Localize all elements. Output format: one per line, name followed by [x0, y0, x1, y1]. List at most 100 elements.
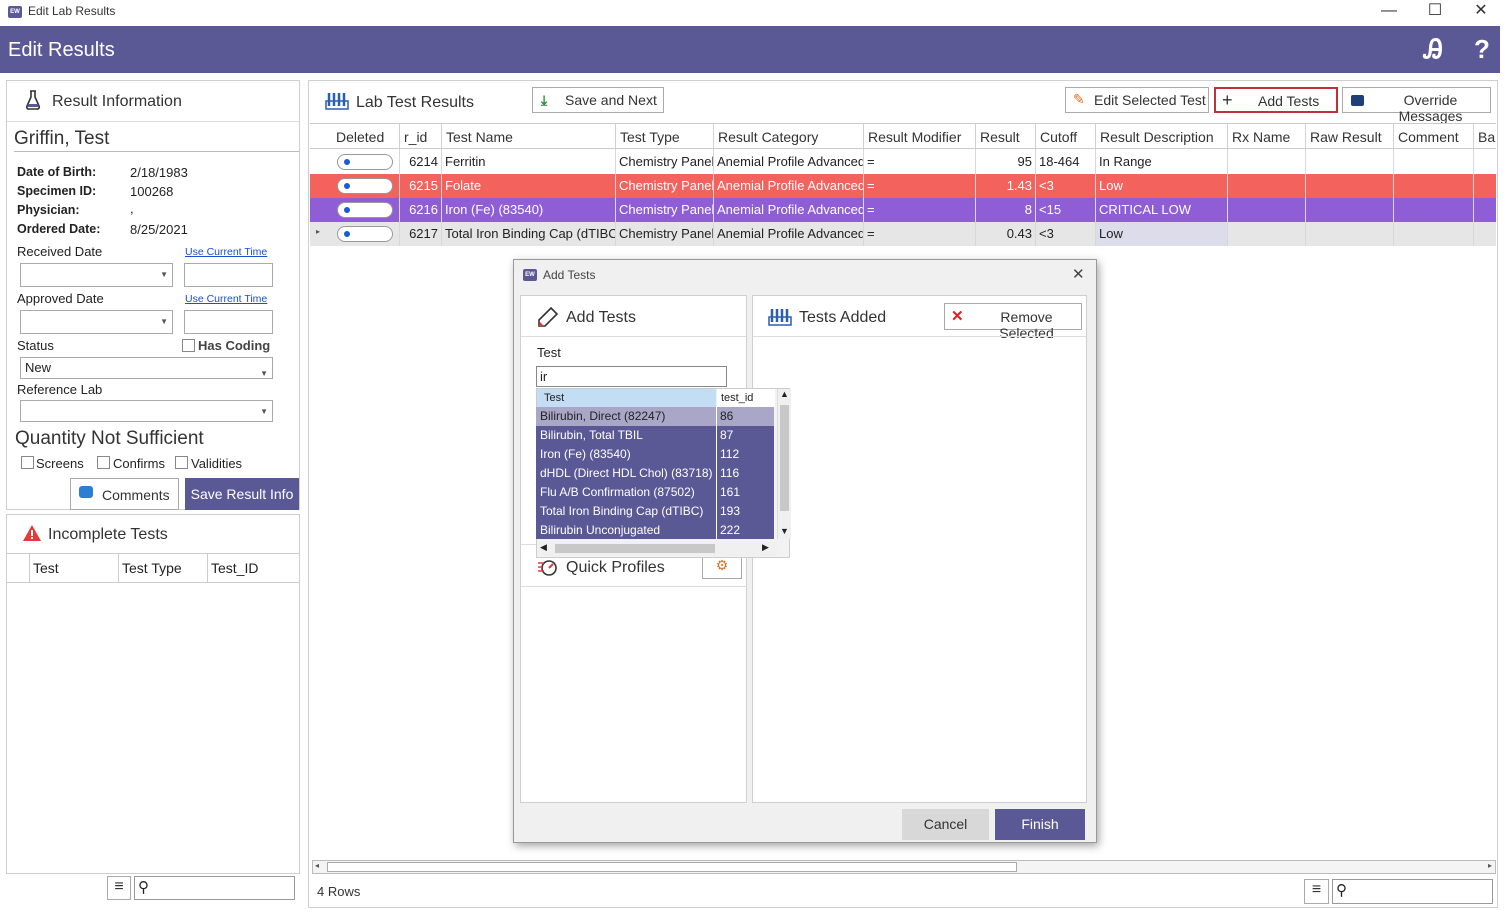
finish-button[interactable]: Finish [995, 809, 1085, 840]
result-cell: 0.43 [976, 222, 1036, 246]
dropdown-row[interactable]: Bilirubin Unconjugated 222 [536, 521, 774, 540]
menu-icon[interactable]: ≡ [107, 876, 131, 900]
use-current-time-link[interactable]: Use Current Time [185, 246, 267, 258]
column-header-test[interactable]: Test [33, 560, 59, 576]
dob-label: Date of Birth: [17, 165, 97, 179]
column-header-rx-name[interactable]: Rx Name [1228, 124, 1306, 150]
test-name-cell: Ferritin [442, 150, 616, 174]
dropdown-horizontal-scrollbar[interactable]: ◀ ▶ [537, 542, 777, 556]
deleted-toggle[interactable] [337, 226, 393, 242]
scroll-up-icon[interactable]: ▲ [780, 389, 789, 399]
row-indicator-icon: ▸ [316, 227, 321, 236]
reference-lab-select[interactable]: ▼ [20, 400, 273, 422]
scroll-left-icon[interactable]: ◂ [315, 861, 319, 870]
edit-selected-label: Edit Selected Test [1094, 92, 1206, 108]
status-select[interactable]: New ▼ [20, 357, 273, 379]
column-header-result[interactable]: Result [976, 124, 1036, 150]
dropdown-row[interactable]: Total Iron Binding Cap (dTIBC) 193 [536, 502, 774, 521]
rx-name-cell [1228, 198, 1306, 222]
dropdown-row[interactable]: Iron (Fe) (83540) 112 [536, 445, 774, 464]
column-header-test-name[interactable]: Test Name [442, 124, 616, 150]
scroll-left-icon[interactable]: ◀ [540, 542, 547, 553]
quick-profiles-title: Quick Profiles [566, 559, 665, 576]
deleted-toggle-cell[interactable] [332, 198, 400, 222]
pencil-icon: ✎ [1073, 91, 1085, 107]
confirms-checkbox[interactable] [97, 456, 110, 469]
status-value: New [25, 360, 52, 375]
column-header-raw-result[interactable]: Raw Result [1306, 124, 1394, 150]
deleted-toggle[interactable] [337, 202, 393, 218]
save-and-next-button[interactable]: ⤓ Save and Next [532, 87, 664, 113]
override-label: Override Messages [1398, 92, 1463, 124]
edit-selected-test-button[interactable]: ✎ Edit Selected Test [1065, 87, 1209, 113]
approved-time-field[interactable] [184, 310, 273, 334]
deleted-toggle[interactable] [337, 178, 393, 194]
deleted-toggle-cell[interactable] [332, 222, 400, 246]
scroll-down-icon[interactable]: ▼ [780, 526, 789, 536]
use-current-time-link[interactable]: Use Current Time [185, 293, 267, 305]
table-row[interactable]: 6214 Ferritin Chemistry Panel Anemial Pr… [310, 150, 1496, 174]
table-row[interactable]: 6216 Iron (Fe) (83540) Chemistry Panel A… [310, 198, 1496, 222]
cancel-button[interactable]: Cancel [902, 809, 989, 840]
column-header-result-category[interactable]: Result Category [714, 124, 864, 150]
dropdown-row[interactable]: Bilirubin, Total TBIL 87 [536, 426, 774, 445]
validities-label: Validities [191, 456, 243, 471]
tests-added-title: Tests Added [799, 309, 887, 326]
raw-result-cell [1306, 174, 1394, 198]
column-header-deleted[interactable]: Deleted [332, 124, 400, 150]
column-header-result-modifier[interactable]: Result Modifier [864, 124, 976, 150]
maximize-button[interactable]: ☐ [1412, 0, 1458, 26]
save-result-info-button[interactable]: Save Result Info [185, 478, 299, 510]
minimize-button[interactable]: — [1366, 0, 1412, 26]
qns-title: Quantity Not Sufficient [15, 428, 204, 449]
received-time-field[interactable] [184, 263, 273, 287]
scroll-right-icon[interactable]: ▶ [762, 542, 769, 553]
table-row[interactable]: 6215 Folate Chemistry Panel Anemial Prof… [310, 174, 1496, 198]
scrollbar-thumb[interactable] [327, 862, 1017, 872]
dropdown-row[interactable]: Flu A/B Confirmation (87502) 161 [536, 483, 774, 502]
column-header-test-type[interactable]: Test Type [122, 560, 182, 576]
dropdown-vertical-scrollbar[interactable]: ▲ ▼ [777, 389, 791, 539]
scroll-right-icon[interactable]: ▸ [1488, 861, 1492, 870]
close-button[interactable]: ✕ [1458, 0, 1504, 26]
quick-profiles-icon [537, 557, 559, 577]
glasses-icon[interactable]: Ꭿ [1424, 34, 1443, 66]
divider [14, 151, 299, 152]
received-date-picker[interactable]: ▼ [20, 263, 173, 287]
add-tests-button[interactable]: + Add Tests [1214, 87, 1338, 113]
test-search-input[interactable]: ir [536, 366, 727, 387]
validities-checkbox[interactable] [175, 456, 188, 469]
table-row[interactable]: ▸ 6217 Total Iron Binding Cap (dTIBC) Ch… [310, 222, 1496, 246]
deleted-toggle[interactable] [337, 154, 393, 170]
comments-button[interactable]: Comments [70, 478, 179, 510]
horizontal-scrollbar[interactable]: ◂ ▸ [312, 860, 1496, 874]
scrollbar-thumb[interactable] [555, 544, 715, 553]
column-header-result-description[interactable]: Result Description [1096, 124, 1228, 150]
status-label: Status [17, 338, 54, 353]
approved-date-picker[interactable]: ▼ [20, 310, 173, 334]
column-header-rid[interactable]: r_id [400, 124, 442, 150]
dialog-close-icon[interactable]: ✕ [1072, 265, 1085, 283]
column-header-cutoff[interactable]: Cutoff [1036, 124, 1096, 150]
column-header-test-type[interactable]: Test Type [616, 124, 714, 150]
dropdown-header-test[interactable]: Test [537, 389, 716, 408]
scrollbar-thumb[interactable] [780, 405, 789, 511]
screens-checkbox[interactable] [21, 456, 34, 469]
has-coding-checkbox[interactable] [182, 339, 195, 352]
dropdown-row[interactable]: Bilirubin, Direct (82247) 86 [536, 407, 774, 426]
column-header-test-id[interactable]: Test_ID [211, 560, 258, 576]
deleted-toggle-cell[interactable] [332, 174, 400, 198]
dropdown-row[interactable]: dHDL (Direct HDL Chol) (83718) 116 [536, 464, 774, 483]
menu-icon[interactable]: ≡ [1304, 879, 1329, 904]
deleted-toggle-cell[interactable] [332, 150, 400, 174]
comment-icon [79, 486, 93, 498]
column-header-comment[interactable]: Comment [1394, 124, 1474, 150]
cutoff-cell: <15 [1036, 198, 1096, 222]
incomplete-search-input[interactable]: ⚲ [134, 876, 295, 900]
help-icon[interactable]: ? [1474, 34, 1490, 65]
remove-selected-button[interactable]: ✕ Remove Selected [944, 303, 1082, 341]
results-search-input[interactable]: ⚲ [1332, 879, 1493, 904]
override-messages-button[interactable]: Override Messages [1342, 87, 1491, 124]
column-header-ba[interactable]: Ba [1474, 124, 1496, 150]
dropdown-header-test-id[interactable]: test_id [717, 389, 775, 408]
